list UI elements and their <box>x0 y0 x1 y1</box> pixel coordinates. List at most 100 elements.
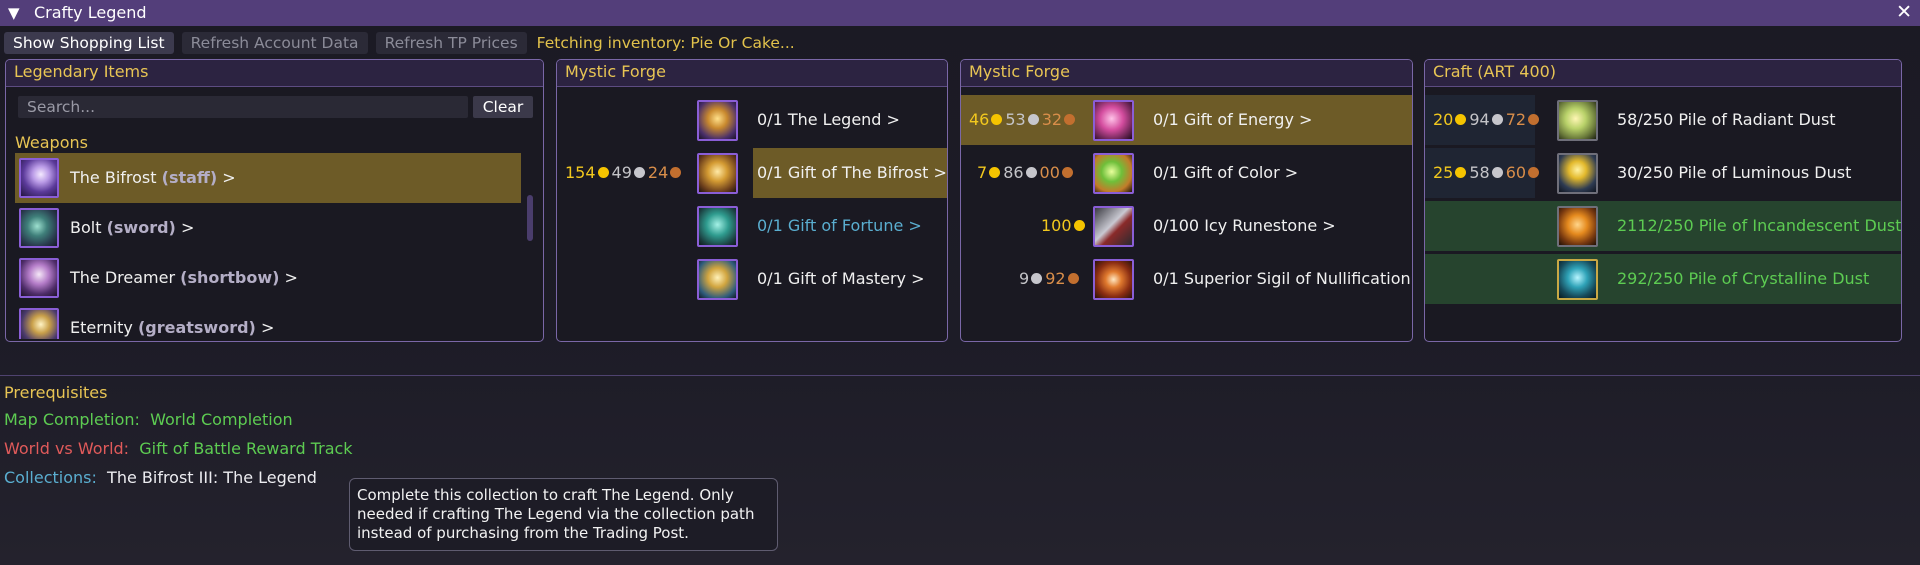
prereq-label: Collections: <box>4 468 97 487</box>
tooltip-line: needed if crafting The Legend via the co… <box>357 505 755 523</box>
sigil-of-nullification-icon <box>1093 259 1134 300</box>
gold-coin-icon <box>597 167 609 178</box>
gold-amount: 100 <box>1041 216 1072 235</box>
panel-header: Legendary Items <box>6 60 543 87</box>
legendary-item-row[interactable]: Eternity (greatsword) > <box>15 303 521 339</box>
silver-amount: 58 <box>1469 163 1490 182</box>
window-title: Crafty Legend <box>34 3 147 22</box>
recipe-label: 58/250 Pile of Radiant Dust <box>1617 110 1836 129</box>
list-scrollbar[interactable] <box>527 195 533 241</box>
recipe-row[interactable]: 9 92 0/1 Superior Sigil of Nullification <box>961 254 1412 304</box>
craft-panel: Craft (ART 400) 20 94 72 58/250 Pile of … <box>1424 59 1902 342</box>
copper-amount: 60 <box>1505 163 1527 182</box>
gold-amount: 46 <box>969 110 990 129</box>
recipe-label: 0/1 Superior Sigil of Nullification <box>1153 269 1411 288</box>
prereq-value: Gift of Battle Reward Track <box>139 439 353 458</box>
gold-amount: 20 <box>1433 110 1454 129</box>
silver-coin-icon <box>1025 167 1037 178</box>
dreamer-shortbow-icon <box>19 258 59 298</box>
silver-coin-icon <box>1027 114 1039 125</box>
search-input[interactable] <box>18 96 468 118</box>
recipe-row[interactable]: 2112/250 Pile of Incandescent Dust <box>1425 201 1901 251</box>
copper-amount: 72 <box>1505 110 1527 129</box>
legendary-item-list: The Bifrost (staff) > Bolt (sword) > The… <box>15 153 521 339</box>
silver-coin-icon <box>1491 114 1503 125</box>
recipe-row[interactable]: 292/250 Pile of Crystalline Dust <box>1425 254 1901 304</box>
prereq-collections: Collections: The Bifrost III: The Legend <box>4 468 317 487</box>
silver-coin-icon <box>1031 273 1043 284</box>
show-shopping-list-button[interactable]: Show Shopping List <box>4 32 174 54</box>
legend-staff-icon <box>697 100 738 141</box>
bolt-sword-icon <box>19 208 59 248</box>
refresh-tp-prices-button[interactable]: Refresh TP Prices <box>375 32 527 54</box>
search-row: Clear <box>18 96 533 118</box>
prereq-value: World Completion <box>150 410 293 429</box>
crafty-legend-window: ▼ Crafty Legend ✕ Show Shopping List Ref… <box>0 0 1920 565</box>
silver-amount: 9 <box>1019 269 1030 288</box>
silver-amount: 53 <box>1005 110 1026 129</box>
legendary-item-label: The Dreamer (shortbow) > <box>70 268 298 287</box>
legendary-items-panel: Legendary Items Clear Weapons The Bifros… <box>5 59 544 342</box>
gold-coin-icon <box>991 114 1003 125</box>
gift-of-energy-icon <box>1093 100 1134 141</box>
prereq-label: Map Completion: <box>4 410 140 429</box>
gold-amount: 154 <box>565 163 596 182</box>
collapse-triangle-icon[interactable]: ▼ <box>8 4 20 22</box>
luminous-dust-icon <box>1557 153 1598 194</box>
recipe-row[interactable]: 25 58 60 30/250 Pile of Luminous Dust <box>1425 148 1901 198</box>
tp-cost: 7 86 00 <box>977 163 1076 182</box>
legendary-item-row[interactable]: Bolt (sword) > <box>15 203 521 253</box>
prereq-map-completion: Map Completion: World Completion <box>4 410 293 429</box>
tooltip-line: instead of purchasing from the Trading P… <box>357 524 689 542</box>
tp-cost: 46 53 32 <box>969 110 1078 129</box>
search-box <box>18 96 468 118</box>
copper-coin-icon <box>1528 167 1540 178</box>
legendary-item-row[interactable]: The Dreamer (shortbow) > <box>15 253 521 303</box>
recipe-row[interactable]: 154 49 24 0/1 Gift of The Bifrost > <box>557 148 947 198</box>
bifrost-staff-icon <box>19 158 59 198</box>
panel-header: Mystic Forge <box>961 60 1412 87</box>
legendary-item-label: Bolt (sword) > <box>70 218 195 237</box>
silver-coin-icon <box>633 167 645 178</box>
silver-amount: 86 <box>1003 163 1024 182</box>
recipe-label: 0/1 The Legend > <box>757 110 900 129</box>
copper-coin-icon <box>1067 273 1079 284</box>
clear-button[interactable]: Clear <box>473 96 533 118</box>
recipe-row[interactable]: 7 86 00 0/1 Gift of Color > <box>961 148 1412 198</box>
gift-of-bifrost-icon <box>697 153 738 194</box>
mystic-forge-panel-1: Mystic Forge 0/1 The Legend > 154 49 24 … <box>556 59 948 342</box>
copper-amount: 92 <box>1045 269 1066 288</box>
legendary-item-row[interactable]: The Bifrost (staff) > <box>15 153 521 203</box>
copper-coin-icon <box>1528 114 1540 125</box>
prerequisites-heading: Prerequisites <box>4 383 108 402</box>
recipe-row[interactable]: 0/1 Gift of Mastery > <box>557 254 947 304</box>
recipe-label: 30/250 Pile of Luminous Dust <box>1617 163 1852 182</box>
title-bar[interactable]: ▼ Crafty Legend ✕ <box>0 0 1920 26</box>
tp-cost: 154 49 24 <box>565 163 684 182</box>
recipe-row[interactable]: 0/1 The Legend > <box>557 95 947 145</box>
panel-title: Craft (ART 400) <box>1433 62 1557 81</box>
collection-tooltip: Complete this collection to craft The Le… <box>349 478 778 551</box>
recipe-label: 292/250 Pile of Crystalline Dust <box>1617 269 1870 288</box>
close-icon[interactable]: ✕ <box>1896 1 1912 23</box>
section-divider <box>0 375 1920 376</box>
recipe-row[interactable]: 100 0/100 Icy Runestone > <box>961 201 1412 251</box>
fetch-status-text: Fetching inventory: Pie Or Cake... <box>536 34 795 52</box>
gold-coin-icon <box>1073 220 1085 231</box>
recipe-row[interactable]: 46 53 32 0/1 Gift of Energy > <box>961 95 1412 145</box>
recipe-label: 0/1 Gift of Color > <box>1153 163 1299 182</box>
recipe-row[interactable]: 0/1 Gift of Fortune > <box>557 201 947 251</box>
recipe-label: 0/100 Icy Runestone > <box>1153 216 1336 235</box>
prereq-label: World vs World: <box>4 439 130 458</box>
copper-amount: 32 <box>1041 110 1063 129</box>
gold-coin-icon <box>1455 114 1467 125</box>
group-label-weapons: Weapons <box>15 133 88 152</box>
prereq-value[interactable]: The Bifrost III: The Legend <box>107 468 317 487</box>
panel-header: Mystic Forge <box>557 60 947 87</box>
refresh-account-data-button[interactable]: Refresh Account Data <box>181 32 368 54</box>
recipe-row[interactable]: 20 94 72 58/250 Pile of Radiant Dust <box>1425 95 1901 145</box>
legendary-item-label: The Bifrost (staff) > <box>70 168 236 187</box>
gift-of-mastery-icon <box>697 259 738 300</box>
incandescent-dust-icon <box>1557 206 1598 247</box>
mystic-forge-panel-2: Mystic Forge 46 53 32 0/1 Gift of Energy… <box>960 59 1413 342</box>
